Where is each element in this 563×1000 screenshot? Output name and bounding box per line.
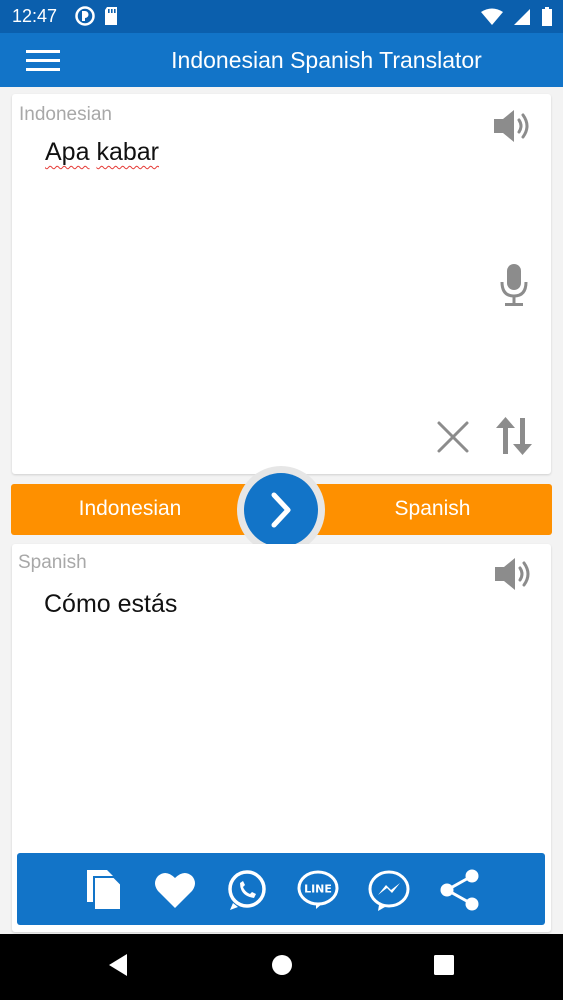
heart-icon[interactable] [153, 868, 197, 912]
recents-icon[interactable] [432, 952, 456, 978]
signal-icon [514, 9, 530, 25]
source-word: Apa [45, 138, 90, 166]
wifi-icon [481, 8, 503, 25]
source-text-input[interactable]: Apa kabar [45, 138, 159, 167]
target-text: Cómo estás [44, 590, 178, 618]
sd-card-icon [105, 7, 117, 25]
home-icon[interactable] [270, 952, 294, 978]
app-title: Indonesian Spanish Translator [171, 47, 482, 73]
clear-icon[interactable] [436, 420, 470, 454]
source-speaker-icon[interactable] [492, 106, 536, 146]
status-right-icons [481, 7, 553, 27]
target-language-label: Spanish [18, 552, 87, 573]
svg-text:LINE: LINE [304, 883, 332, 896]
line-icon[interactable]: LINE [296, 868, 340, 912]
microphone-icon[interactable] [498, 262, 530, 308]
navigation-bar [0, 934, 563, 1000]
whatsapp-icon[interactable] [225, 868, 269, 912]
target-speaker-icon[interactable] [493, 554, 537, 594]
source-language-label: Indonesian [19, 104, 112, 125]
menu-icon[interactable] [26, 48, 62, 74]
chevron-right-icon [271, 492, 291, 528]
swap-icon[interactable] [496, 416, 532, 456]
source-language-button[interactable]: Indonesian [11, 497, 249, 521]
share-bar: LINE [17, 853, 545, 925]
battery-icon [542, 7, 552, 26]
translate-button[interactable] [237, 466, 325, 554]
source-panel: Indonesian Apa kabar [12, 94, 551, 474]
translate-button-inner [244, 473, 318, 547]
share-icon[interactable] [438, 868, 482, 912]
messenger-icon[interactable] [367, 868, 411, 912]
app-bar: Indonesian Spanish Translator [0, 33, 563, 87]
copy-icon[interactable] [83, 868, 127, 912]
data-saver-icon [75, 6, 95, 26]
status-time: 12:47 [12, 6, 58, 26]
target-language-button[interactable]: Spanish [321, 497, 544, 521]
back-icon[interactable] [107, 952, 129, 978]
status-bar: 12:47 [0, 0, 563, 33]
status-left-icons [75, 6, 119, 26]
source-word: kabar [96, 138, 159, 166]
